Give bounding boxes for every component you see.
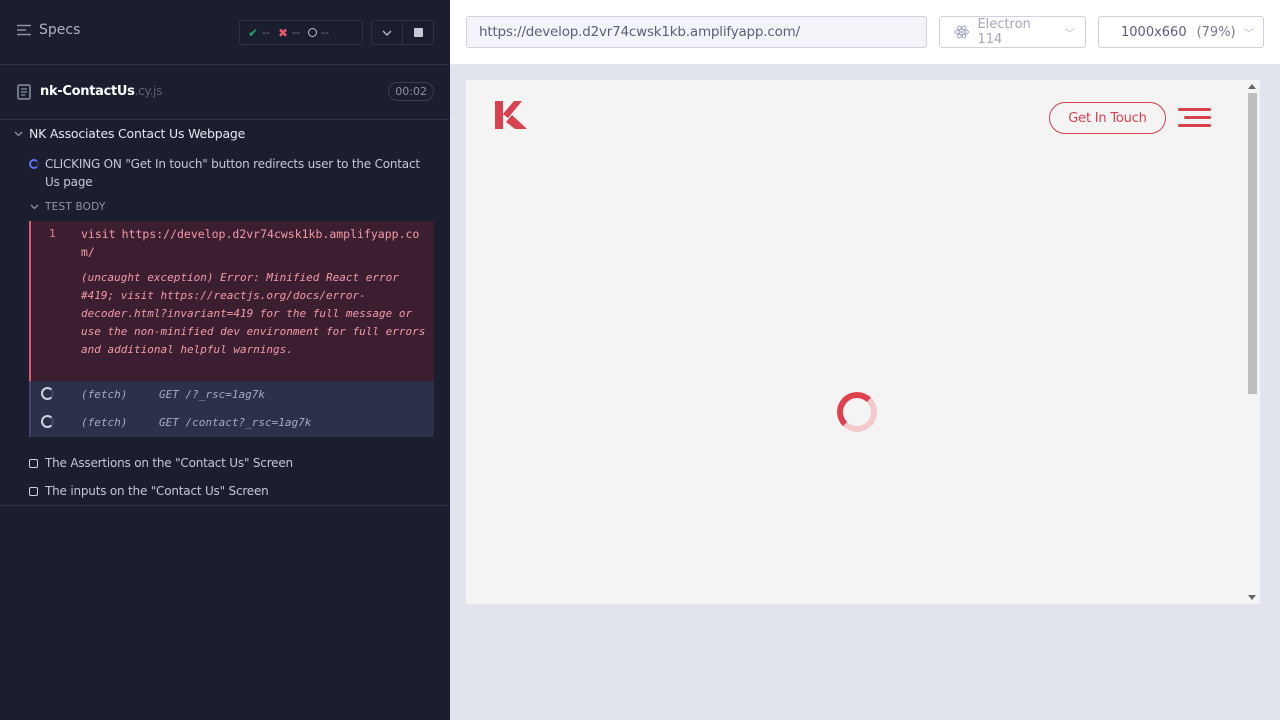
scroll-up-arrow-icon[interactable] (1248, 84, 1256, 89)
document-icon (17, 84, 31, 100)
active-test-title[interactable]: CLICKING ON "Get In touch" button redire… (29, 155, 429, 191)
pending-ring-icon (41, 415, 54, 428)
cross-icon: ✖ (278, 25, 289, 40)
chevron-down-icon (382, 29, 392, 36)
spec-header: nk-ContactUs.cy.js 00:02 (0, 65, 450, 120)
running-spinner-icon (29, 159, 39, 169)
browser-selector[interactable]: Electron 114 ﹀ (939, 16, 1086, 48)
brand-logo[interactable] (494, 100, 528, 130)
visit-command: visit https://develop.d2vr74cwsk1kb.ampli… (81, 227, 420, 259)
suite-title[interactable]: NK Associates Contact Us Webpage (14, 126, 245, 141)
spec-file-name[interactable]: nk-ContactUs.cy.js (40, 84, 162, 99)
check-icon: ✔ (248, 25, 259, 40)
fetch-command[interactable]: (fetch) GET /contact?_rsc=1ag7k (29, 409, 434, 437)
visit-command-failed[interactable]: 1 visit https://develop.d2vr74cwsk1kb.amp… (29, 221, 434, 381)
failed-stat: ✖ -- (278, 25, 301, 40)
get-in-touch-button[interactable]: Get In Touch (1049, 102, 1166, 134)
pending-stat: -- (308, 26, 329, 39)
chevron-down-icon (30, 204, 39, 210)
specs-label: Specs (39, 22, 81, 38)
stop-icon (413, 28, 423, 37)
expand-all-button[interactable] (372, 21, 402, 44)
url-bar[interactable]: https://develop.d2vr74cwsk1kb.amplifyapp… (466, 16, 927, 48)
specs-toggle-button[interactable]: Specs (17, 22, 80, 38)
run-controls (371, 20, 434, 45)
pending-test[interactable]: The inputs on the "Contact Us" Screen (29, 484, 269, 498)
test-body-toggle[interactable]: TEST BODY (30, 201, 105, 213)
scrollbar[interactable] (1244, 80, 1260, 604)
pending-ring-icon (41, 387, 54, 400)
app-under-test-frame: Get In Touch (466, 80, 1260, 604)
divider (0, 505, 450, 506)
pending-circle-icon (308, 28, 318, 37)
reporter-panel: Specs ✔ -- ✖ -- -- nk-ContactUs.cy.js 00:0… (0, 0, 450, 720)
viewport-selector[interactable]: 1000x660 (79%) ﹀ (1098, 16, 1264, 48)
electron-icon (954, 25, 969, 39)
pending-square-icon (29, 458, 38, 468)
browser-label: Electron 114 (977, 17, 1031, 47)
viewport-scale: (79%) (1196, 24, 1236, 40)
stats-bar: ✔ -- ✖ -- -- (239, 20, 363, 45)
fetch-command[interactable]: (fetch) GET /?_rsc=1ag7k (29, 381, 434, 409)
duration-badge: 00:02 (388, 82, 434, 101)
hamburger-menu-icon[interactable] (1178, 108, 1211, 128)
chevron-down-icon: ﹀ (1243, 28, 1254, 40)
aut-header: https://develop.d2vr74cwsk1kb.amplifyapp… (450, 0, 1280, 64)
error-message: (uncaught exception) Error: Minified Rea… (81, 271, 426, 356)
pending-test[interactable]: The Assertions on the "Contact Us" Scree… (29, 456, 293, 470)
visit-url: https://develop.d2vr74cwsk1kb.amplifyapp… (81, 227, 420, 259)
pending-square-icon (29, 486, 38, 496)
stop-button[interactable] (402, 21, 433, 44)
passed-stat: ✔ -- (248, 25, 271, 40)
command-number: 1 (49, 227, 56, 240)
chevron-down-icon (14, 131, 23, 136)
viewport-size: 1000x660 (1121, 24, 1187, 40)
scrollbar-thumb[interactable] (1248, 93, 1257, 394)
loading-spinner (837, 392, 877, 432)
reporter-header: Specs ✔ -- ✖ -- -- (0, 0, 450, 65)
chevron-down-icon: ﹀ (1065, 28, 1075, 40)
scroll-down-arrow-icon[interactable] (1248, 595, 1256, 600)
menu-lines-icon (17, 24, 31, 36)
spec-file-ext: .cy.js (134, 84, 163, 98)
